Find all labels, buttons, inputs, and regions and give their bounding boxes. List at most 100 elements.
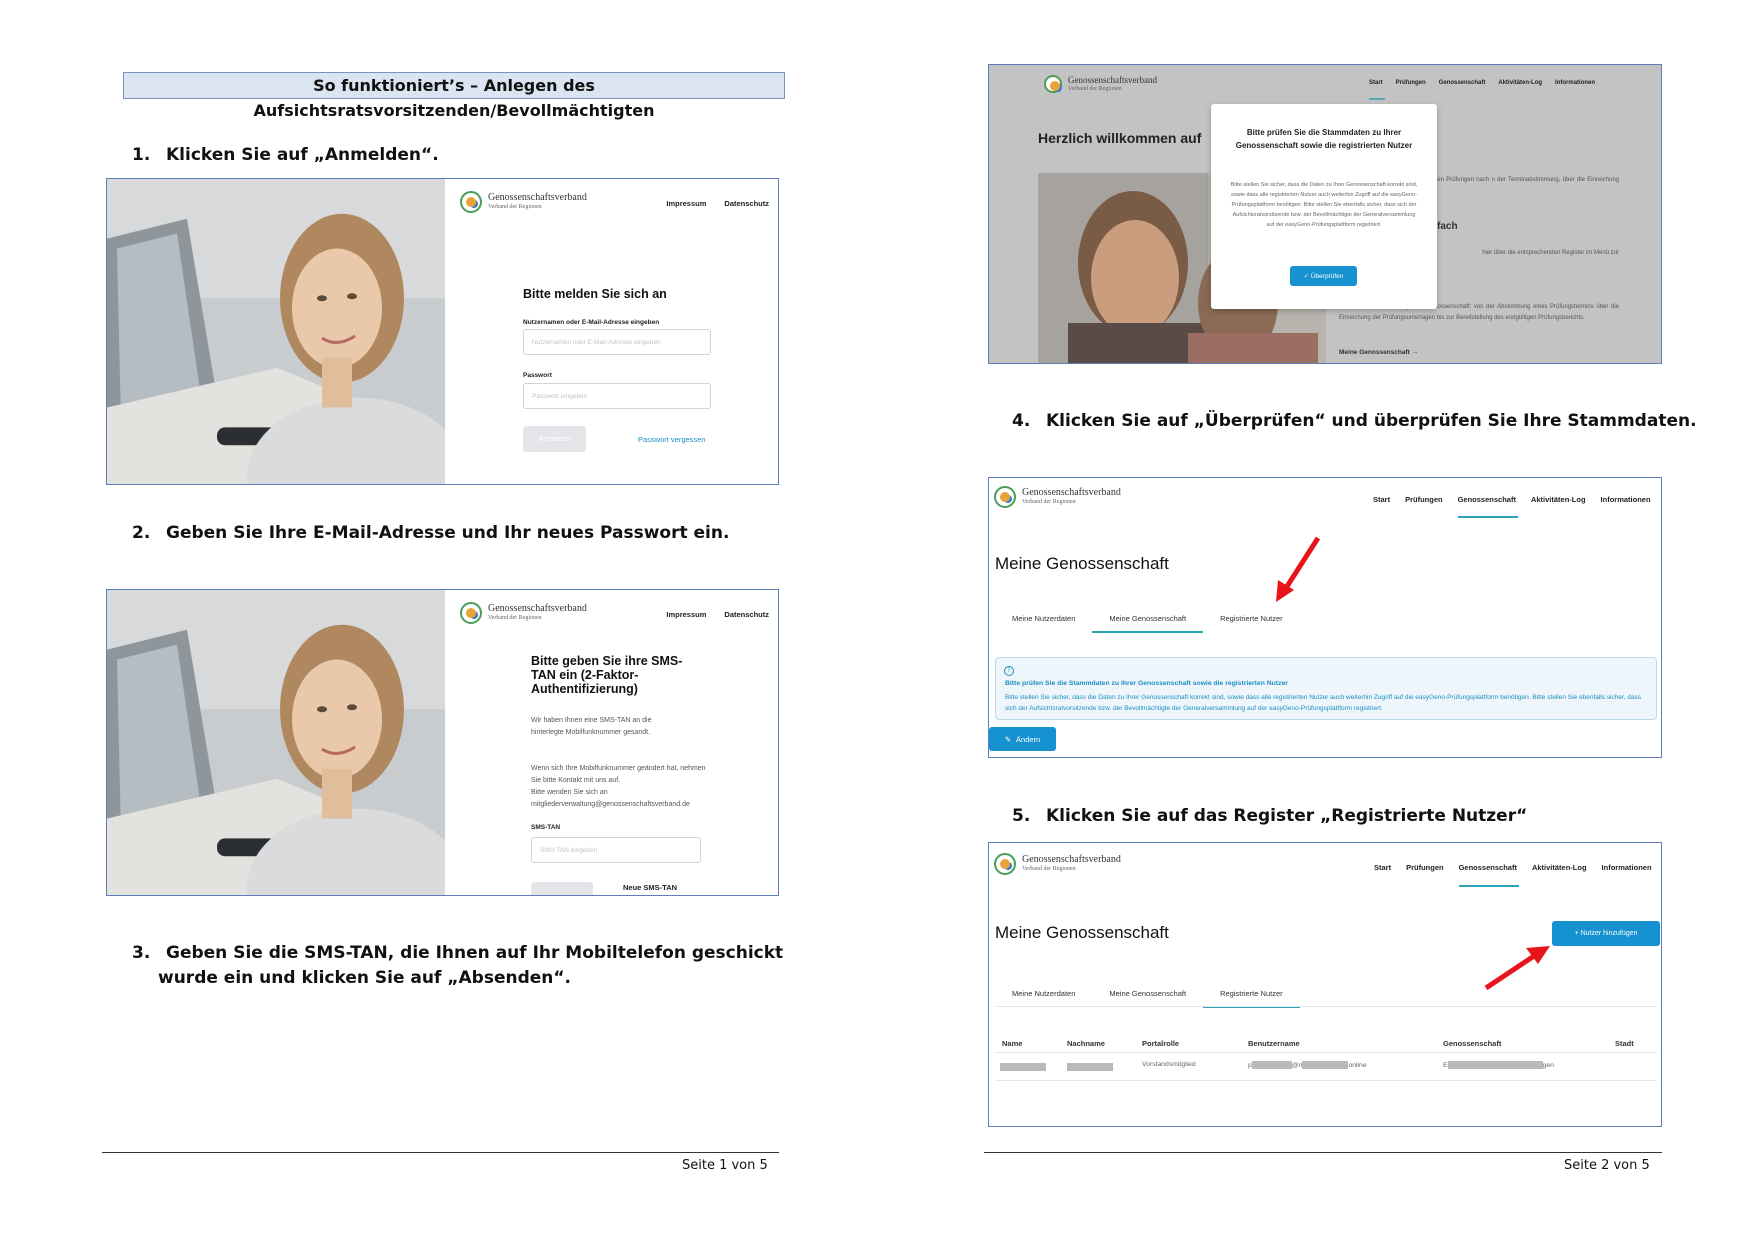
review-modal: Bitte prüfen Sie die Stammdaten zu Ihrer… xyxy=(1211,104,1437,309)
resend-tan-link[interactable]: Neue SMS-TAN xyxy=(623,883,677,892)
nav-informationen[interactable]: Informationen xyxy=(1601,495,1651,504)
brand-name: Genossenschaftsverband xyxy=(488,192,587,203)
nav-genossenschaft[interactable]: Genossenschaft xyxy=(1458,495,1516,504)
nav-active-indicator xyxy=(1369,98,1385,100)
sms-tan-input[interactable]: SMS-TAN eingeben xyxy=(531,837,701,863)
tab-registrierte-nutzer[interactable]: Registrierte Nutzer xyxy=(1203,614,1300,633)
page-number: Seite 2 von 5 xyxy=(1564,1158,1650,1173)
footer-rule xyxy=(984,1152,1662,1153)
welcome-heading: Herzlich willkommen auf xyxy=(1038,130,1202,146)
nav-start[interactable]: Start xyxy=(1373,495,1390,504)
nav-active-indicator xyxy=(1458,516,1518,518)
col-benutzername: Benutzername xyxy=(1248,1039,1300,1048)
bg-heading-2: fach xyxy=(1437,221,1458,232)
brand-logo: Genossenschaftsverband Verband der Region… xyxy=(460,602,587,624)
sms-submit-button[interactable] xyxy=(531,882,593,895)
nav-impressum[interactable]: Impressum xyxy=(666,199,706,208)
brand-logo: Genossenschaftsverband Verband der Region… xyxy=(460,191,587,213)
nav-impressum[interactable]: Impressum xyxy=(666,610,706,619)
brand-name: Genossenschaftsverband xyxy=(1022,487,1121,498)
nav-genossenschaft[interactable]: Genossenschaft xyxy=(1439,80,1486,86)
col-portalrolle: Portalrolle xyxy=(1142,1039,1180,1048)
screenshot-genossenschaft: Genossenschaftsverband Verband der Region… xyxy=(988,477,1662,758)
password-label: Passwort xyxy=(523,372,552,379)
nav-start[interactable]: Start xyxy=(1374,863,1391,872)
nav-start[interactable]: Start xyxy=(1369,80,1383,86)
cell-benutzername: p @n online xyxy=(1248,1061,1367,1069)
nav-aktivitaeten[interactable]: Aktivitäten-Log xyxy=(1498,80,1542,86)
sms-contact-email[interactable]: mitgliederverwaltung@genossenschaftsverb… xyxy=(531,799,690,811)
brand-logo-icon xyxy=(460,602,482,624)
brand-logo: Genossenschaftsverband Verband der Region… xyxy=(994,853,1121,875)
redacted-name xyxy=(1000,1063,1046,1071)
nav-pruefungen[interactable]: Prüfungen xyxy=(1405,495,1443,504)
redacted-nachname xyxy=(1067,1063,1113,1071)
nav-active-indicator xyxy=(1459,885,1519,887)
info-icon: ! xyxy=(1004,666,1014,676)
add-user-button[interactable]: + Nutzer hinzufügen xyxy=(1552,921,1660,946)
brand-logo: Genossenschaftsverband Verband der Region… xyxy=(1044,75,1157,93)
step-4: 4. Klicken Sie auf „Überprüfen“ und überp… xyxy=(1012,411,1697,431)
brand-sub: Verband der Regionen xyxy=(1022,499,1076,505)
nav-pruefungen[interactable]: Prüfungen xyxy=(1406,863,1444,872)
brand-sub: Verband der Regionen xyxy=(1022,866,1076,872)
brand-name: Genossenschaftsverband xyxy=(488,603,587,614)
brand-logo: Genossenschaftsverband Verband der Region… xyxy=(994,486,1121,508)
sms-info-text: Wir haben Ihnen eine SMS-TAN an die hint… xyxy=(531,717,652,736)
review-button[interactable]: ✓ Überprüfen xyxy=(1290,266,1357,286)
nav-informationen[interactable]: Informationen xyxy=(1555,80,1595,86)
woman-photo xyxy=(107,590,445,895)
page-number: Seite 1 von 5 xyxy=(682,1158,768,1173)
section-title: Meine Genossenschaft xyxy=(995,554,1169,573)
section-title: Meine Genossenschaft xyxy=(995,923,1169,942)
red-arrow-to-registrierte-nutzer xyxy=(1276,536,1321,602)
info-alert: ! Bitte prüfen Sie die Stammdaten zu Ihr… xyxy=(995,657,1657,720)
nav-genossenschaft[interactable]: Genossenschaft xyxy=(1459,863,1517,872)
brand-sub: Verband der Regionen xyxy=(488,204,542,210)
brand-logo-icon xyxy=(460,191,482,213)
bg-link-meine-genossenschaft[interactable]: Meine Genossenschaft → xyxy=(1339,349,1418,356)
alert-text: Bitte stellen Sie sicher, dass die Daten… xyxy=(1005,694,1642,712)
table-row[interactable]: Vorstandsmitglied p @n online Egen xyxy=(995,1055,1657,1079)
tab-divider xyxy=(995,1006,1657,1007)
step-5: 5. Klicken Sie auf das Register „Registri… xyxy=(1012,806,1528,826)
login-heading: Bitte melden Sie sich an xyxy=(523,287,667,301)
step-1: 1. Klicken Sie auf „Anmelden“. xyxy=(132,145,439,165)
nav-pruefungen[interactable]: Prüfungen xyxy=(1396,80,1426,86)
nav-aktivitaeten[interactable]: Aktivitäten-Log xyxy=(1532,863,1587,872)
cell-portalrolle: Vorstandsmitglied xyxy=(1142,1061,1196,1068)
username-input[interactable]: Nutzernamen oder E-Mail-Adresse eingeben xyxy=(523,329,711,355)
username-label: Nutzernamen oder E-Mail-Adresse eingeben xyxy=(523,319,660,326)
brand-sub: Verband der Regionen xyxy=(1068,86,1122,92)
password-input[interactable]: Passwort eingeben xyxy=(523,383,711,409)
sms-heading: Bitte geben Sie ihre SMS-TAN ein (2-Fakt… xyxy=(531,654,683,696)
nav-datenschutz[interactable]: Datenschutz xyxy=(724,610,769,619)
table-row-divider xyxy=(995,1080,1657,1081)
tab-meine-genossenschaft[interactable]: Meine Genossenschaft xyxy=(1092,614,1204,633)
login-button[interactable]: Anmelden xyxy=(523,426,586,452)
screenshot-modal: Genossenschaftsverband Verband der Region… xyxy=(988,64,1662,364)
brand-name: Genossenschaftsverband xyxy=(1068,75,1157,85)
pencil-icon: ✎ xyxy=(1004,734,1012,744)
modal-title: Bitte prüfen Sie die Stammdaten zu Ihrer… xyxy=(1235,128,1413,150)
red-arrow-to-add-user xyxy=(1484,946,1550,991)
step-3-line-2: wurde ein und klicken Sie auf „Absenden“… xyxy=(158,968,572,988)
tab-meine-nutzerdaten[interactable]: Meine Nutzerdaten xyxy=(995,614,1092,633)
modal-body: Bitte stellen Sie sicher, dass die Daten… xyxy=(1230,182,1418,228)
sms-contact-text: Wenn sich Ihre Mobilfunknummer geändert … xyxy=(531,765,706,784)
forgot-password-link[interactable]: Passwort vergessen xyxy=(638,435,706,444)
sms-tan-label: SMS-TAN xyxy=(531,824,561,831)
step-3: 3. Geben Sie die SMS-TAN, die Ihnen auf I… xyxy=(132,943,784,963)
col-name: Name xyxy=(1002,1039,1023,1048)
col-nachname: Nachname xyxy=(1067,1039,1105,1048)
brand-name: Genossenschaftsverband xyxy=(1022,854,1121,865)
alert-title: Bitte prüfen Sie die Stammdaten zu Ihrer… xyxy=(1005,680,1288,687)
sms-contact-hint: Bitte wenden Sie sich an xyxy=(531,789,608,796)
brand-logo-icon xyxy=(1044,75,1062,93)
tab-bar: Meine Nutzerdaten Meine Genossenschaft R… xyxy=(995,614,1300,633)
nav-datenschutz[interactable]: Datenschutz xyxy=(724,199,769,208)
nav-aktivitaeten[interactable]: Aktivitäten-Log xyxy=(1531,495,1586,504)
nav-informationen[interactable]: Informationen xyxy=(1602,863,1652,872)
cell-genossenschaft: Egen xyxy=(1443,1061,1554,1069)
edit-button[interactable]: ✎ Ändern xyxy=(989,727,1056,751)
